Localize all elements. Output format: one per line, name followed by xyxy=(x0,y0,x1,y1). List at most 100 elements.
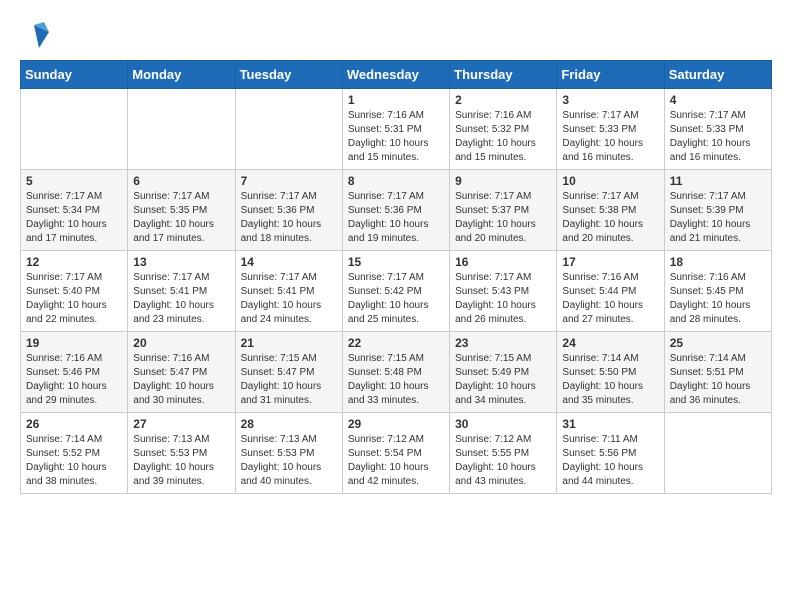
calendar-day-cell: 13 Sunrise: 7:17 AM Sunset: 5:41 PM Dayli… xyxy=(128,251,235,332)
calendar-day-cell: 17 Sunrise: 7:16 AM Sunset: 5:44 PM Dayli… xyxy=(557,251,664,332)
day-number: 28 xyxy=(241,417,337,431)
calendar-day-cell: 5Sunrise: 7:17 AM Sunset: 5:34 PM Daylig… xyxy=(21,170,128,251)
day-info: Sunrise: 7:14 AM Sunset: 5:52 PM Dayligh… xyxy=(26,433,122,489)
day-number: 2 xyxy=(455,93,551,107)
day-number: 17 xyxy=(562,255,658,269)
logo xyxy=(20,20,54,50)
day-number: 16 xyxy=(455,255,551,269)
calendar-day-cell: 8 Sunrise: 7:17 AM Sunset: 5:36 PM Daylig… xyxy=(342,170,449,251)
day-info: Sunrise: 7:15 AM Sunset: 5:49 PM Dayligh… xyxy=(455,352,551,408)
calendar-day-cell xyxy=(664,413,771,494)
day-number: 15 xyxy=(348,255,444,269)
day-number: 27 xyxy=(133,417,229,431)
day-number: 20 xyxy=(133,336,229,350)
calendar-week-row: 12 Sunrise: 7:17 AM Sunset: 5:40 PM Dayli… xyxy=(21,251,772,332)
day-number: 10 xyxy=(562,174,658,188)
day-info: Sunrise: 7:17 AM Sunset: 5:37 PM Dayligh… xyxy=(455,190,551,246)
calendar-day-cell: 2 Sunrise: 7:16 AM Sunset: 5:32 PM Daylig… xyxy=(450,89,557,170)
day-number: 9 xyxy=(455,174,551,188)
calendar-day-cell: 29 Sunrise: 7:12 AM Sunset: 5:54 PM Dayli… xyxy=(342,413,449,494)
day-info: Sunrise: 7:17 AM Sunset: 5:41 PM Dayligh… xyxy=(241,271,337,327)
day-number: 26 xyxy=(26,417,122,431)
calendar-day-cell: 28 Sunrise: 7:13 AM Sunset: 5:53 PM Dayli… xyxy=(235,413,342,494)
day-info: Sunrise: 7:16 AM Sunset: 5:44 PM Dayligh… xyxy=(562,271,658,327)
calendar-day-cell: 3 Sunrise: 7:17 AM Sunset: 5:33 PM Daylig… xyxy=(557,89,664,170)
day-number: 12 xyxy=(26,255,122,269)
day-number: 11 xyxy=(670,174,766,188)
day-info: Sunrise: 7:16 AM Sunset: 5:46 PM Dayligh… xyxy=(26,352,122,408)
day-info: Sunrise: 7:17 AM Sunset: 5:41 PM Dayligh… xyxy=(133,271,229,327)
day-number: 22 xyxy=(348,336,444,350)
day-info: Sunrise: 7:14 AM Sunset: 5:50 PM Dayligh… xyxy=(562,352,658,408)
calendar-day-cell: 7 Sunrise: 7:17 AM Sunset: 5:36 PM Daylig… xyxy=(235,170,342,251)
calendar-day-cell: 11 Sunrise: 7:17 AM Sunset: 5:39 PM Dayli… xyxy=(664,170,771,251)
day-number: 1 xyxy=(348,93,444,107)
day-of-week-header: Tuesday xyxy=(235,61,342,89)
day-number: 3 xyxy=(562,93,658,107)
day-number: 24 xyxy=(562,336,658,350)
day-info: Sunrise: 7:15 AM Sunset: 5:48 PM Dayligh… xyxy=(348,352,444,408)
calendar-day-cell: 15 Sunrise: 7:17 AM Sunset: 5:42 PM Dayli… xyxy=(342,251,449,332)
calendar-day-cell: 21 Sunrise: 7:15 AM Sunset: 5:47 PM Dayli… xyxy=(235,332,342,413)
calendar-day-cell: 16 Sunrise: 7:17 AM Sunset: 5:43 PM Dayli… xyxy=(450,251,557,332)
day-info: Sunrise: 7:17 AM Sunset: 5:43 PM Dayligh… xyxy=(455,271,551,327)
day-of-week-header: Thursday xyxy=(450,61,557,89)
day-number: 18 xyxy=(670,255,766,269)
calendar-day-cell: 19Sunrise: 7:16 AM Sunset: 5:46 PM Dayli… xyxy=(21,332,128,413)
day-of-week-header: Wednesday xyxy=(342,61,449,89)
day-of-week-header: Monday xyxy=(128,61,235,89)
calendar-week-row: 1Sunrise: 7:16 AM Sunset: 5:31 PM Daylig… xyxy=(21,89,772,170)
calendar-day-cell: 30Sunrise: 7:12 AM Sunset: 5:55 PM Dayli… xyxy=(450,413,557,494)
calendar-day-cell: 18 Sunrise: 7:16 AM Sunset: 5:45 PM Dayli… xyxy=(664,251,771,332)
day-number: 4 xyxy=(670,93,766,107)
day-of-week-header: Sunday xyxy=(21,61,128,89)
day-info: Sunrise: 7:16 AM Sunset: 5:32 PM Dayligh… xyxy=(455,109,551,165)
calendar-week-row: 5Sunrise: 7:17 AM Sunset: 5:34 PM Daylig… xyxy=(21,170,772,251)
calendar-day-cell: 10 Sunrise: 7:17 AM Sunset: 5:38 PM Dayli… xyxy=(557,170,664,251)
calendar-header-row: SundayMondayTuesdayWednesdayThursdayFrid… xyxy=(21,61,772,89)
day-number: 6 xyxy=(133,174,229,188)
calendar-day-cell: 6Sunrise: 7:17 AM Sunset: 5:35 PM Daylig… xyxy=(128,170,235,251)
calendar-week-row: 19Sunrise: 7:16 AM Sunset: 5:46 PM Dayli… xyxy=(21,332,772,413)
day-number: 29 xyxy=(348,417,444,431)
day-of-week-header: Friday xyxy=(557,61,664,89)
day-number: 30 xyxy=(455,417,551,431)
day-info: Sunrise: 7:13 AM Sunset: 5:53 PM Dayligh… xyxy=(241,433,337,489)
calendar-day-cell xyxy=(235,89,342,170)
calendar-day-cell: 26 Sunrise: 7:14 AM Sunset: 5:52 PM Dayli… xyxy=(21,413,128,494)
day-info: Sunrise: 7:11 AM Sunset: 5:56 PM Dayligh… xyxy=(562,433,658,489)
day-number: 8 xyxy=(348,174,444,188)
calendar-day-cell: 24 Sunrise: 7:14 AM Sunset: 5:50 PM Dayli… xyxy=(557,332,664,413)
calendar-day-cell: 31 Sunrise: 7:11 AM Sunset: 5:56 PM Dayli… xyxy=(557,413,664,494)
calendar-day-cell xyxy=(21,89,128,170)
day-info: Sunrise: 7:17 AM Sunset: 5:33 PM Dayligh… xyxy=(562,109,658,165)
day-number: 5 xyxy=(26,174,122,188)
day-info: Sunrise: 7:12 AM Sunset: 5:54 PM Dayligh… xyxy=(348,433,444,489)
calendar-day-cell: 14 Sunrise: 7:17 AM Sunset: 5:41 PM Dayli… xyxy=(235,251,342,332)
calendar-day-cell: 23 Sunrise: 7:15 AM Sunset: 5:49 PM Dayli… xyxy=(450,332,557,413)
day-info: Sunrise: 7:15 AM Sunset: 5:47 PM Dayligh… xyxy=(241,352,337,408)
day-number: 14 xyxy=(241,255,337,269)
calendar-day-cell: 12 Sunrise: 7:17 AM Sunset: 5:40 PM Dayli… xyxy=(21,251,128,332)
calendar-day-cell: 4Sunrise: 7:17 AM Sunset: 5:33 PM Daylig… xyxy=(664,89,771,170)
calendar-week-row: 26 Sunrise: 7:14 AM Sunset: 5:52 PM Dayli… xyxy=(21,413,772,494)
day-number: 25 xyxy=(670,336,766,350)
day-number: 7 xyxy=(241,174,337,188)
day-info: Sunrise: 7:17 AM Sunset: 5:39 PM Dayligh… xyxy=(670,190,766,246)
page-header xyxy=(20,20,772,50)
day-info: Sunrise: 7:17 AM Sunset: 5:40 PM Dayligh… xyxy=(26,271,122,327)
day-info: Sunrise: 7:17 AM Sunset: 5:38 PM Dayligh… xyxy=(562,190,658,246)
day-info: Sunrise: 7:16 AM Sunset: 5:45 PM Dayligh… xyxy=(670,271,766,327)
day-number: 21 xyxy=(241,336,337,350)
day-number: 13 xyxy=(133,255,229,269)
day-info: Sunrise: 7:17 AM Sunset: 5:36 PM Dayligh… xyxy=(241,190,337,246)
calendar-day-cell xyxy=(128,89,235,170)
calendar-table: SundayMondayTuesdayWednesdayThursdayFrid… xyxy=(20,60,772,494)
day-info: Sunrise: 7:17 AM Sunset: 5:36 PM Dayligh… xyxy=(348,190,444,246)
day-info: Sunrise: 7:17 AM Sunset: 5:42 PM Dayligh… xyxy=(348,271,444,327)
day-number: 31 xyxy=(562,417,658,431)
calendar-day-cell: 25Sunrise: 7:14 AM Sunset: 5:51 PM Dayli… xyxy=(664,332,771,413)
day-info: Sunrise: 7:16 AM Sunset: 5:47 PM Dayligh… xyxy=(133,352,229,408)
day-number: 23 xyxy=(455,336,551,350)
calendar-day-cell: 20 Sunrise: 7:16 AM Sunset: 5:47 PM Dayli… xyxy=(128,332,235,413)
